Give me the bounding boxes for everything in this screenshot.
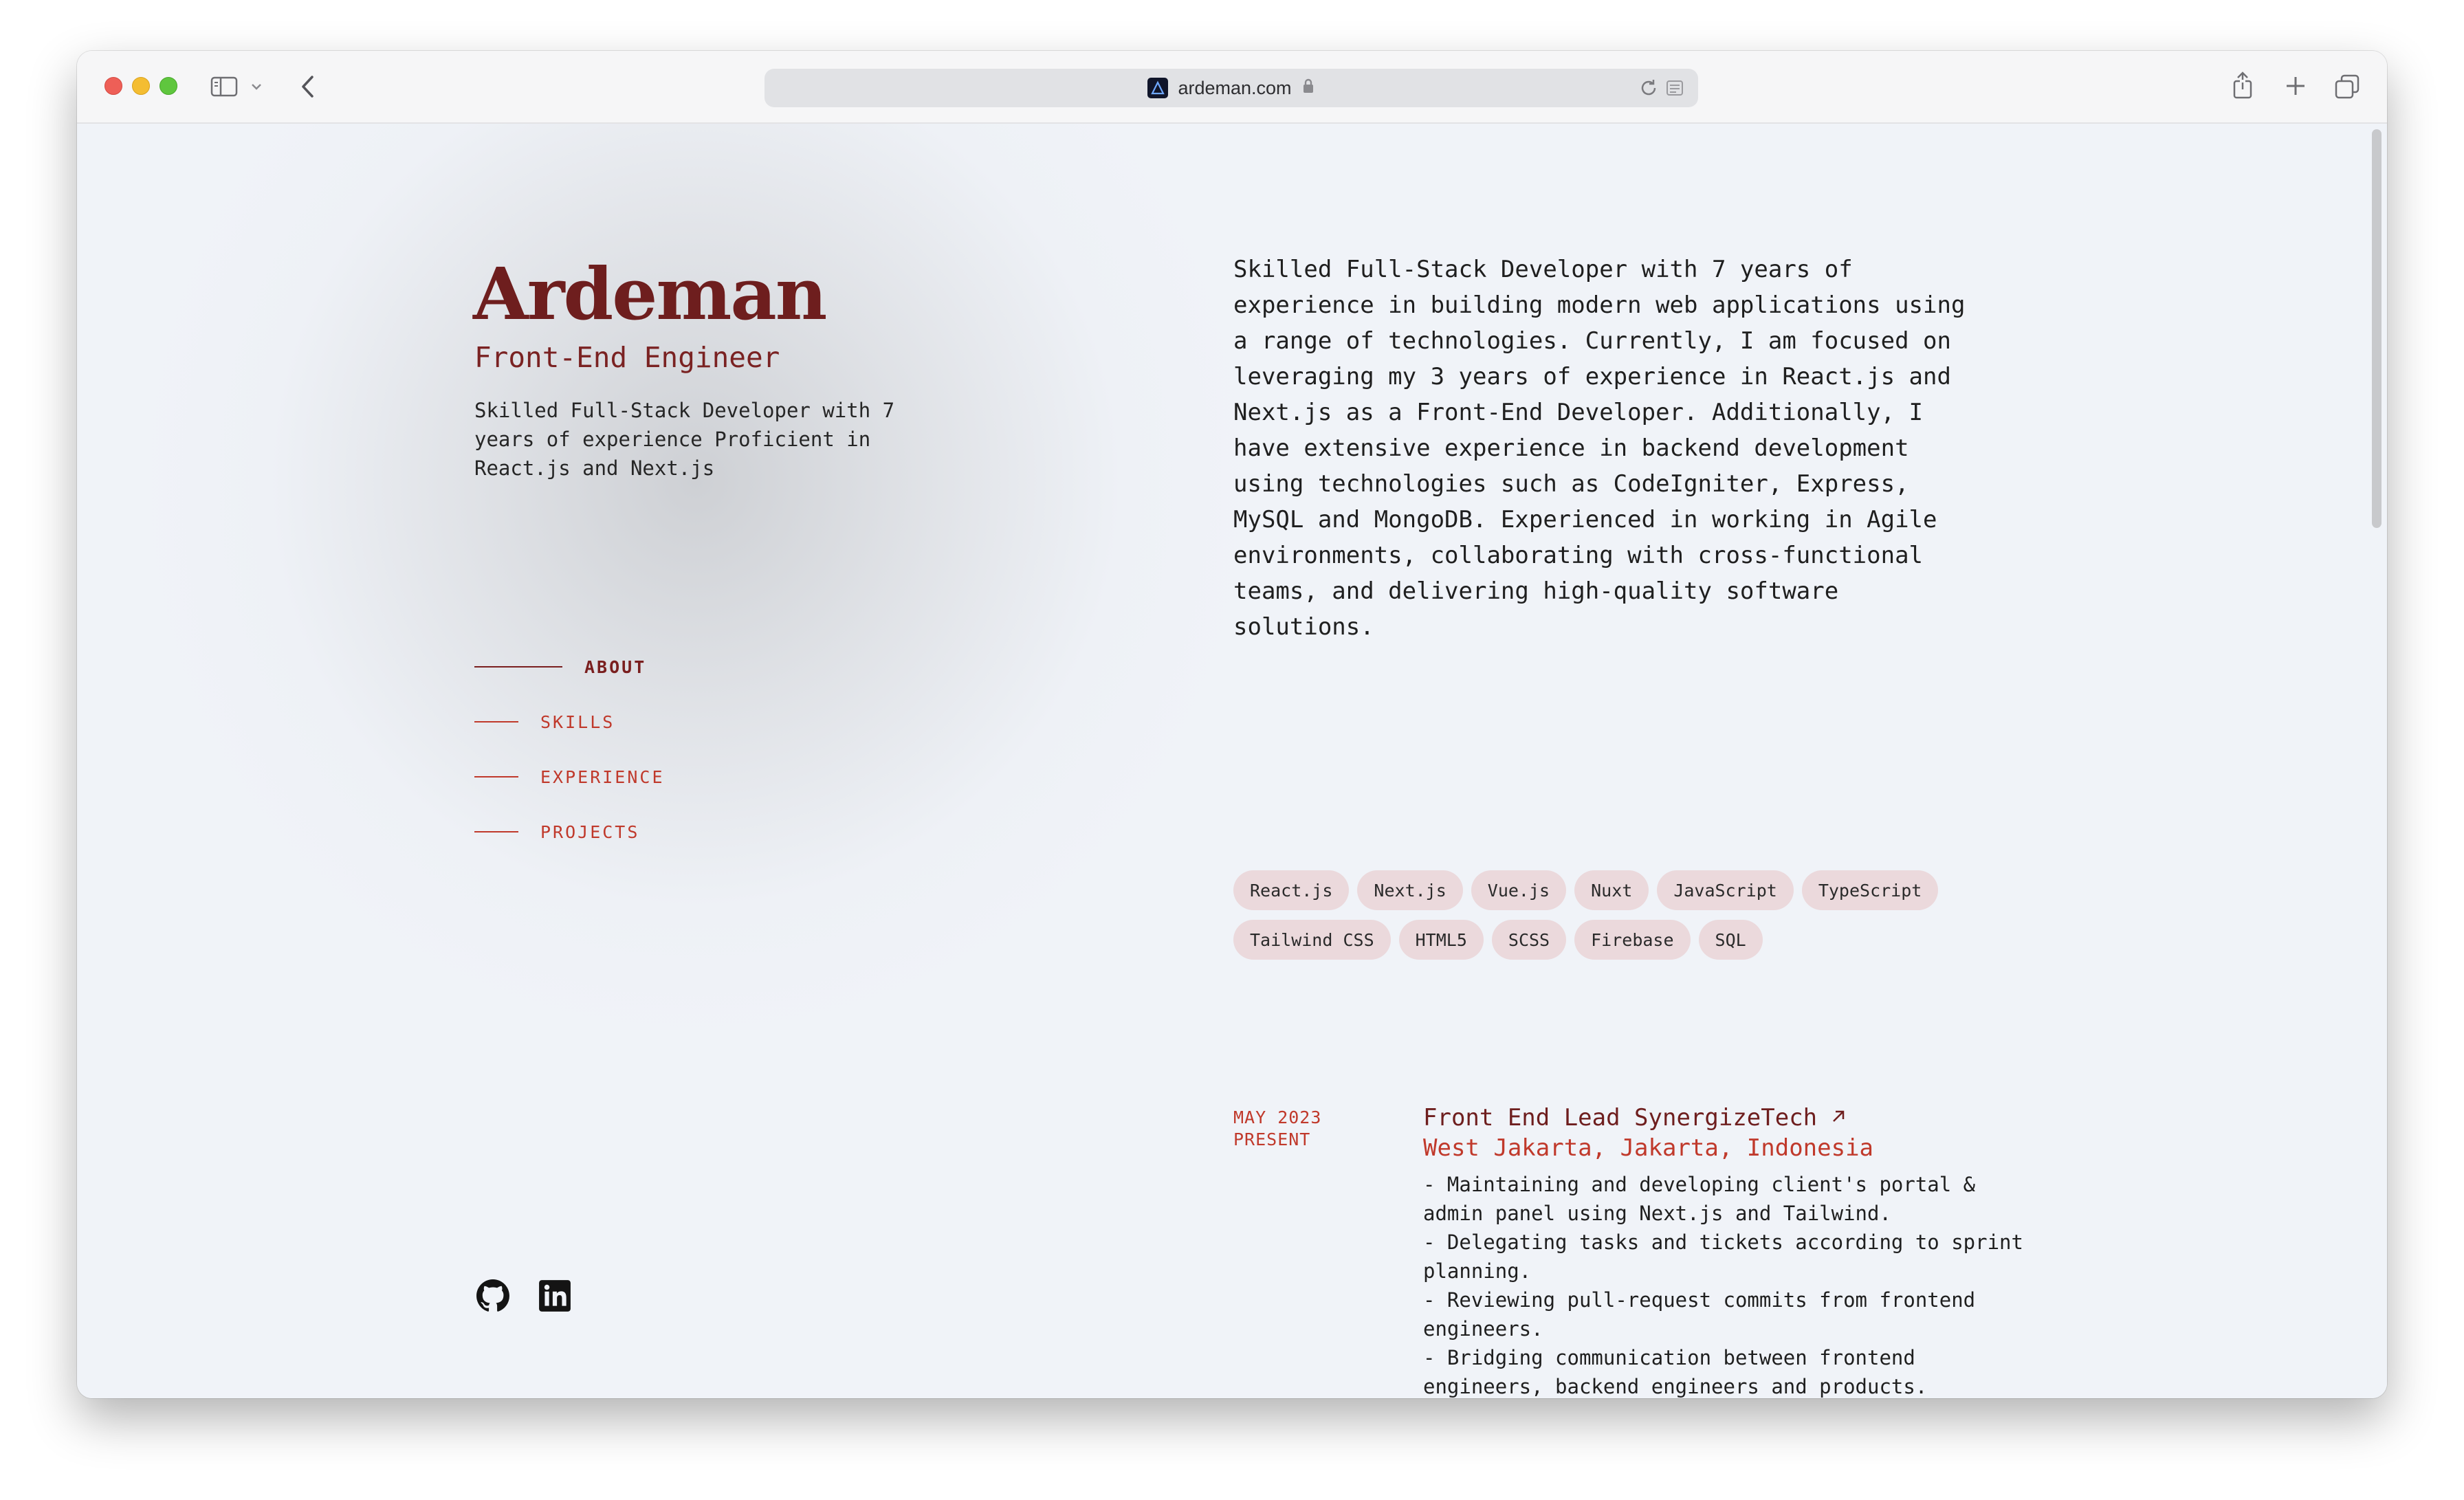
social-links	[476, 1279, 572, 1313]
skill-chip: Firebase	[1574, 920, 1691, 960]
experience-bullet: - Reviewing pull-request commits from fr…	[1423, 1288, 1976, 1341]
site-favicon-icon	[1147, 78, 1169, 98]
zoom-window-button[interactable]	[160, 77, 177, 95]
experience-date: MAY 2023 PRESENT	[1233, 1107, 1321, 1151]
nav-label: PROJECTS	[540, 821, 640, 842]
browser-window: ardeman.com Ardeman Front-End Engineer S…	[77, 51, 2387, 1398]
experience-date-end: PRESENT	[1233, 1129, 1311, 1149]
experience-title-link[interactable]: Front End Lead SynergizeTech	[1423, 1103, 2028, 1133]
nav-item-projects[interactable]: PROJECTS	[474, 804, 665, 859]
linkedin-icon[interactable]	[538, 1279, 572, 1313]
experience-location: West Jakarta, Jakarta, Indonesia	[1423, 1134, 1874, 1162]
experience-body: Front End Lead SynergizeTech West Jakart…	[1423, 1103, 2028, 1398]
tab-overview-icon[interactable]	[2333, 73, 2361, 100]
scrollbar[interactable]	[2366, 124, 2387, 1398]
minimize-window-button[interactable]	[132, 77, 150, 95]
page-viewport: Ardeman Front-End Engineer Skilled Full-…	[77, 124, 2387, 1398]
nav-indicator-line	[474, 776, 518, 777]
skill-chip: Next.js	[1357, 870, 1463, 910]
section-nav: ABOUT SKILLS EXPERIENCE PROJECTS	[474, 639, 665, 859]
nav-indicator-line	[474, 721, 518, 723]
arrow-up-right-icon	[1829, 1103, 1847, 1133]
nav-indicator-line	[474, 666, 562, 668]
skills-list: React.js Next.js Vue.js Nuxt JavaScript …	[1233, 870, 1962, 960]
profile-name: Ardeman	[473, 252, 827, 336]
sidebar-toggle-icon[interactable]	[210, 76, 239, 98]
experience-title: Front End Lead SynergizeTech	[1423, 1104, 1818, 1132]
address-bar[interactable]: ardeman.com	[764, 69, 1698, 107]
skill-chip: HTML5	[1398, 920, 1484, 960]
lock-icon	[1301, 78, 1315, 99]
nav-label: SKILLS	[540, 712, 615, 732]
experience-bullet: - Delegating tasks and tickets according…	[1423, 1231, 2023, 1283]
profile-role: Front-End Engineer	[474, 341, 780, 374]
url-text: ardeman.com	[1178, 77, 1292, 98]
share-icon[interactable]	[2229, 70, 2256, 102]
nav-item-experience[interactable]: EXPERIENCE	[474, 749, 665, 804]
skill-chip: SQL	[1698, 920, 1763, 960]
reader-icon[interactable]	[1664, 77, 1686, 99]
nav-indicator-line	[474, 831, 518, 832]
back-button[interactable]	[296, 73, 320, 100]
skill-chip: SCSS	[1491, 920, 1567, 960]
skill-chip: Tailwind CSS	[1233, 920, 1391, 960]
nav-label: EXPERIENCE	[540, 766, 665, 787]
close-window-button[interactable]	[104, 77, 122, 95]
nav-item-skills[interactable]: SKILLS	[474, 694, 665, 749]
skill-chip: JavaScript	[1657, 870, 1794, 910]
scrollbar-thumb[interactable]	[2372, 129, 2382, 528]
chevron-down-icon[interactable]	[249, 77, 264, 96]
github-icon[interactable]	[476, 1279, 510, 1313]
skill-chip: Nuxt	[1574, 870, 1649, 910]
nav-label: ABOUT	[584, 657, 647, 677]
skill-chip: React.js	[1233, 870, 1350, 910]
profile-tagline: Skilled Full-Stack Developer with 7 year…	[474, 399, 895, 480]
new-tab-icon[interactable]	[2282, 73, 2309, 99]
experience-description: - Maintaining and developing client's po…	[1423, 1170, 2028, 1398]
browser-toolbar: ardeman.com	[77, 51, 2387, 124]
about-text: Skilled Full-Stack Developer with 7 year…	[1233, 256, 1966, 641]
skill-chip: TypeScript	[1801, 870, 1939, 910]
skill-chip: Vue.js	[1471, 870, 1567, 910]
experience-bullet: - Maintaining and developing client's po…	[1423, 1173, 1976, 1225]
nav-item-about[interactable]: ABOUT	[474, 639, 665, 694]
experience-date-start: MAY 2023	[1233, 1107, 1322, 1127]
experience-bullet: - Bridging communication between fronten…	[1423, 1346, 1928, 1398]
reload-icon[interactable]	[1638, 77, 1660, 99]
